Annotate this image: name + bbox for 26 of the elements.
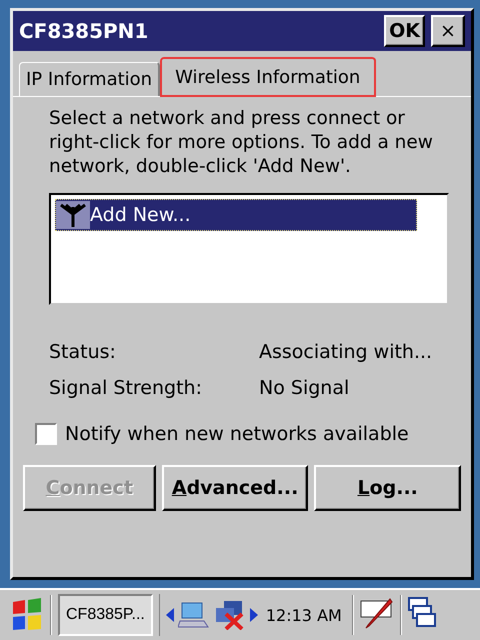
disconnected-network-icon[interactable] bbox=[214, 600, 246, 630]
network-list[interactable]: Add New... bbox=[49, 193, 449, 305]
ok-button[interactable]: OK bbox=[384, 15, 425, 47]
pen-input-icon[interactable] bbox=[360, 597, 394, 629]
tab[interactable]: Wireless Information bbox=[160, 57, 376, 97]
antenna-icon bbox=[56, 201, 90, 229]
close-button[interactable]: × bbox=[431, 15, 465, 47]
info-value: No Signal bbox=[259, 377, 350, 399]
taskbar-button[interactable]: CF8385P... bbox=[58, 594, 153, 636]
network-list-item[interactable]: Add New... bbox=[55, 199, 417, 231]
checkbox[interactable] bbox=[35, 423, 57, 445]
dialog-button[interactable]: Advanced... bbox=[162, 465, 308, 511]
start-logo-icon[interactable] bbox=[10, 598, 44, 632]
window-title: CF8385PN1 bbox=[19, 19, 150, 43]
instructions-text: Select a network and press connect or right-click for more options. To add a new network, double-click 'Add New'. bbox=[49, 107, 434, 179]
clock-time[interactable]: 12:13 AM bbox=[266, 606, 342, 624]
right-arrow-icon[interactable] bbox=[250, 608, 258, 622]
info-value: Associating with... bbox=[259, 341, 434, 363]
checkbox-label: Notify when new networks available bbox=[65, 423, 409, 445]
dialog-button[interactable]: Log... bbox=[314, 465, 462, 511]
info-label: Status: bbox=[49, 341, 117, 363]
info-label: Signal Strength: bbox=[49, 377, 203, 399]
left-arrow-icon[interactable] bbox=[166, 608, 174, 622]
windows-icon[interactable] bbox=[408, 597, 436, 629]
tab[interactable]: IP Information bbox=[19, 62, 160, 96]
network-computer-icon[interactable] bbox=[178, 601, 210, 629]
